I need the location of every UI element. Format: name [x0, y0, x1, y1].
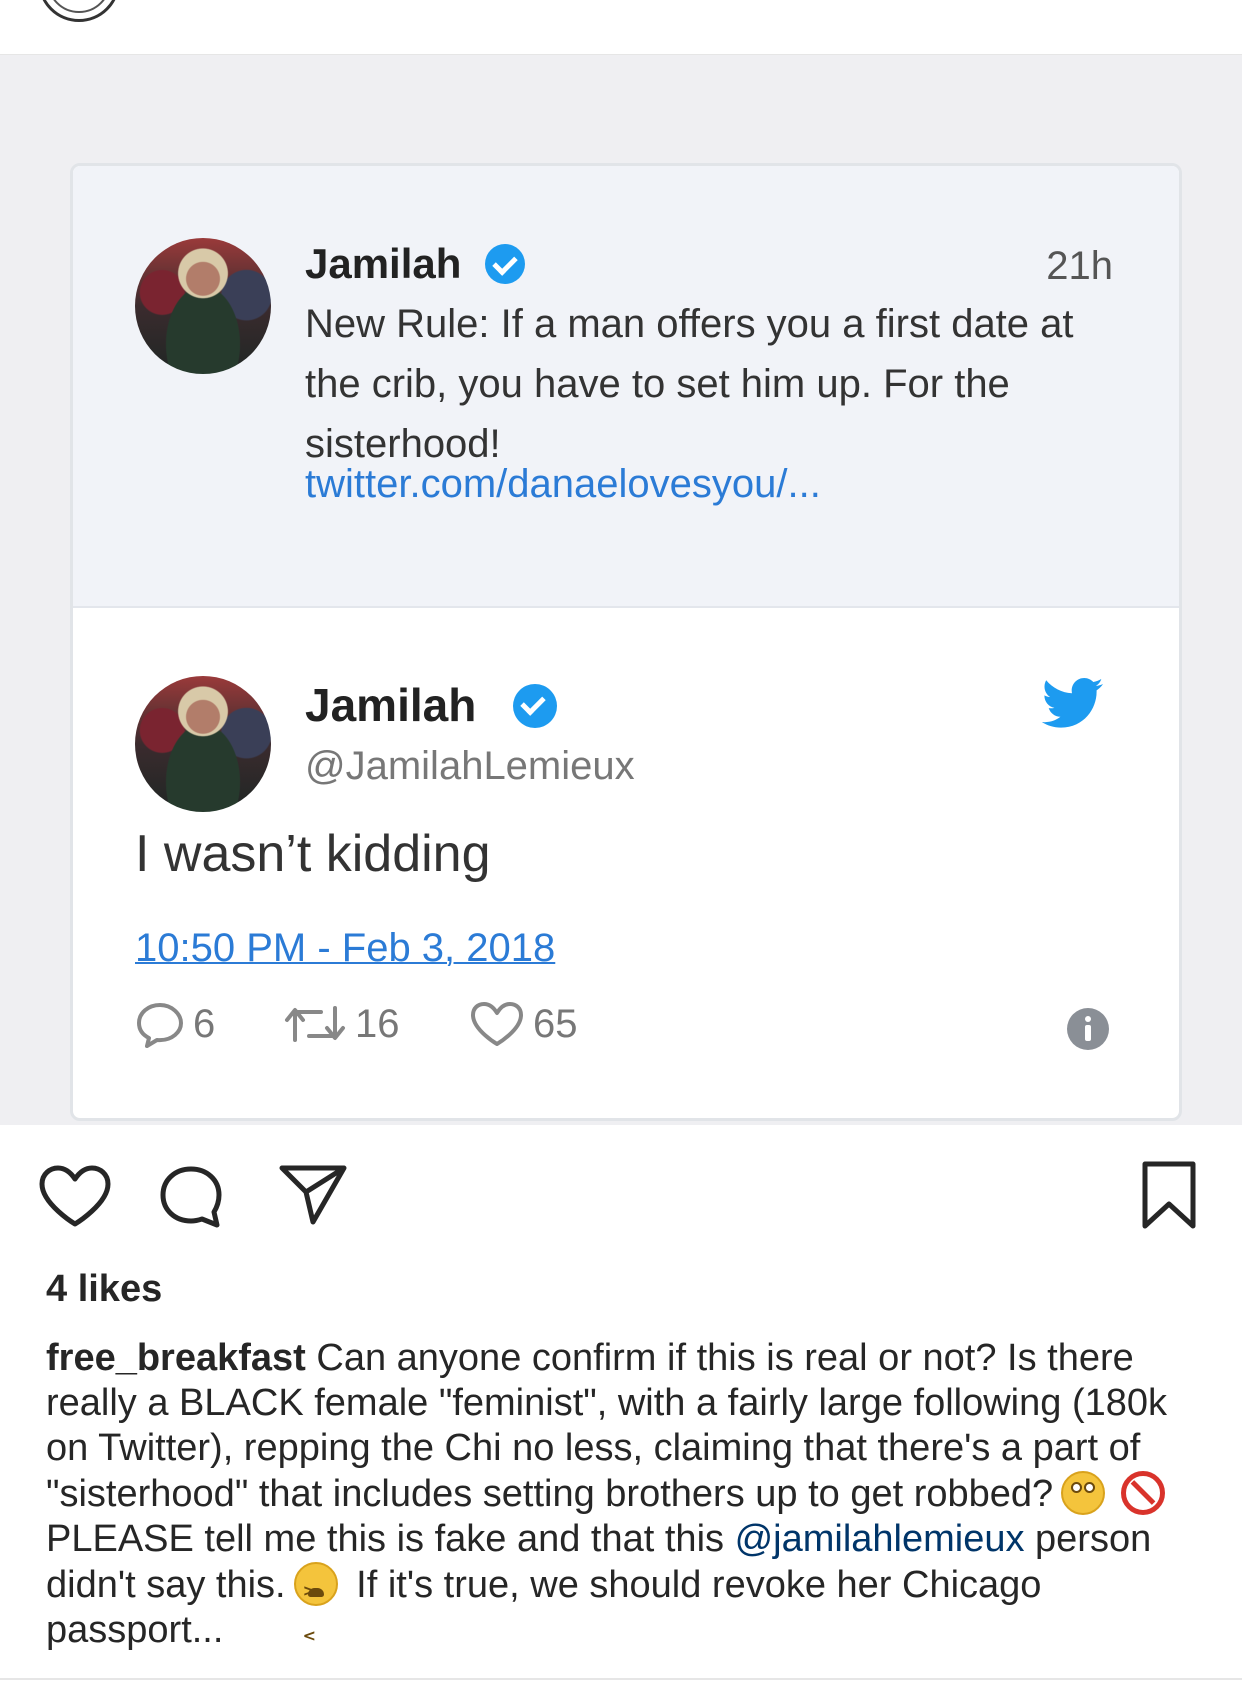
likes-count[interactable]: 4 likes	[46, 1268, 162, 1311]
post-header	[0, 0, 1242, 55]
quoted-tweet-name: Jamilah	[305, 240, 462, 287]
like-stat: 65	[469, 996, 578, 1052]
quoted-tweet-time: 21h	[1046, 244, 1113, 288]
bookmark-button[interactable]	[1140, 1160, 1198, 1230]
tweet-date: 10:50 PM - Feb 3, 2018	[135, 926, 556, 970]
like-count: 65	[533, 1001, 578, 1046]
quoted-tweet-link: twitter.com/danaelovesyou/...	[305, 462, 821, 506]
heart-icon	[471, 1002, 523, 1046]
action-bar	[0, 1150, 1242, 1240]
retweet-icon	[285, 1006, 345, 1042]
share-button[interactable]	[278, 1162, 348, 1228]
quoted-tweet-text: New Rule: If a man offers you a first da…	[305, 302, 1074, 466]
verified-badge-icon	[513, 684, 557, 728]
eye-roll-emoji	[1061, 1471, 1106, 1515]
twitter-bird-icon	[1041, 678, 1103, 728]
retweet-stat: 16	[283, 996, 400, 1052]
reply-stat: 6	[135, 996, 215, 1052]
info-icon	[1067, 1008, 1109, 1050]
caption-mention[interactable]: @jamilahlemieux	[735, 1518, 1025, 1560]
tweet-avatar	[135, 676, 271, 812]
tweet-author-name: Jamilah	[305, 679, 477, 731]
tired-face-emoji	[293, 1562, 338, 1658]
quoted-tweet-avatar	[135, 238, 271, 374]
quoted-tweet: Jamilah 21h New Rule: If a man offers yo…	[73, 166, 1179, 608]
reply-count: 6	[193, 1001, 216, 1046]
no-entry-emoji	[1121, 1471, 1166, 1515]
comment-button[interactable]	[158, 1164, 224, 1228]
tweet-card: Jamilah 21h New Rule: If a man offers yo…	[70, 163, 1182, 1121]
tweet-text: I wasn’t kidding	[135, 825, 491, 883]
post-caption: free_breakfast Can anyone confirm if thi…	[46, 1336, 1206, 1658]
profile-avatar[interactable]	[38, 0, 120, 22]
verified-badge-icon	[485, 244, 525, 284]
caption-text: PLEASE tell me this is fake and that thi…	[46, 1518, 735, 1560]
caption-username[interactable]: free_breakfast	[46, 1337, 306, 1379]
tweet-handle: @JamilahLemieux	[305, 744, 635, 788]
retweet-count: 16	[355, 1001, 400, 1046]
like-button[interactable]	[38, 1164, 112, 1230]
reply-icon	[137, 1003, 183, 1048]
post-image[interactable]: Jamilah 21h New Rule: If a man offers yo…	[0, 55, 1242, 1125]
divider	[0, 1678, 1242, 1680]
